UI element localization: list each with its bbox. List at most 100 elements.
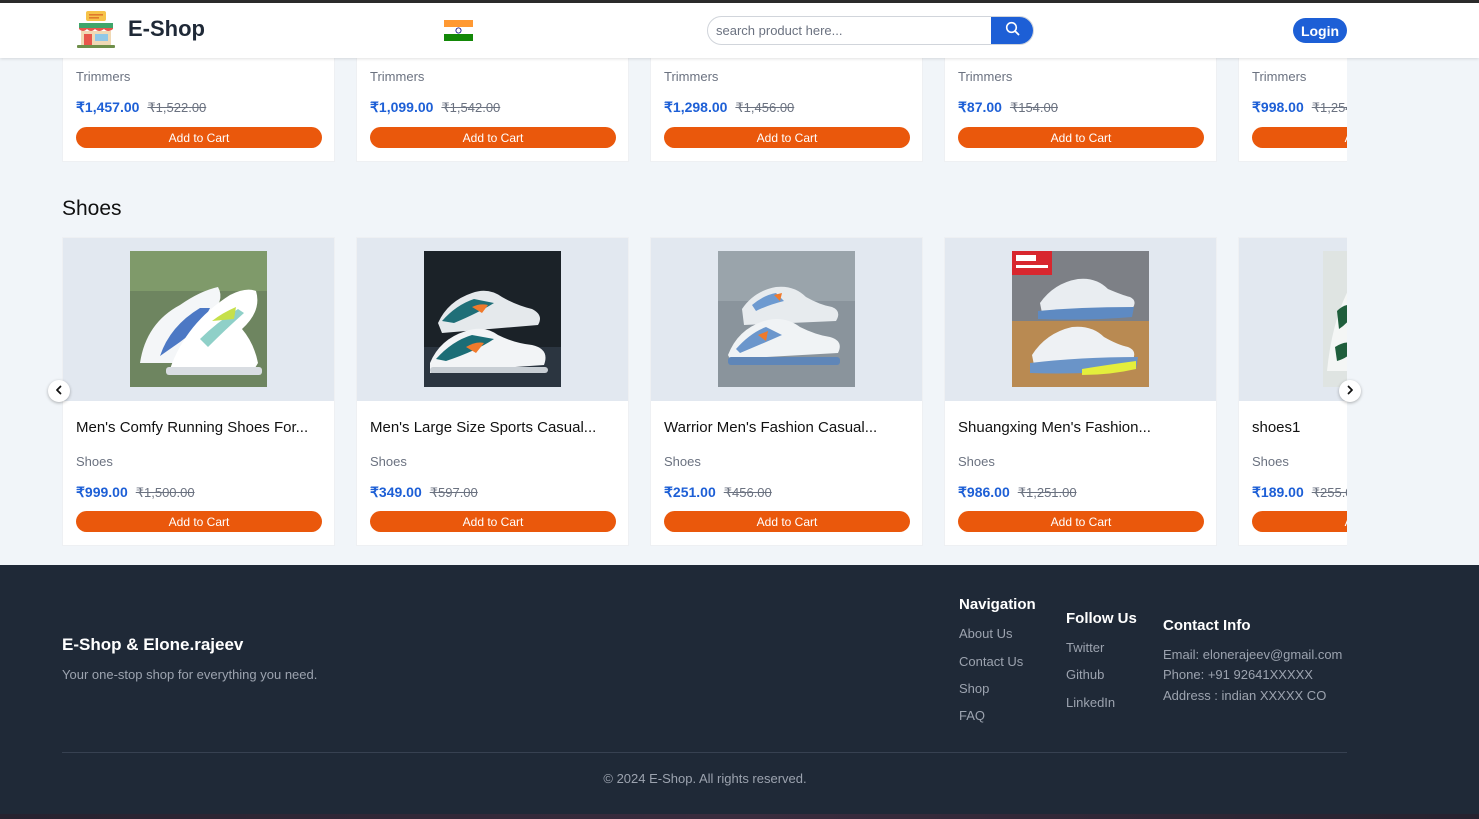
footer-link-about[interactable]: About Us xyxy=(959,626,1012,641)
footer-brand-tagline: Your one-stop shop for everything you ne… xyxy=(62,667,318,682)
search-input[interactable] xyxy=(708,17,993,44)
carousel-next-button[interactable] xyxy=(1339,380,1361,402)
product-card[interactable]: Trimmers ₹1,298.00 ₹1,456.00 Add to Cart xyxy=(650,58,923,162)
footer-navigation-title: Navigation xyxy=(959,596,1036,613)
footer-link-faq[interactable]: FAQ xyxy=(959,708,985,723)
product-old-price: ₹597.00 xyxy=(429,485,478,500)
product-card[interactable]: Trimmers ₹1,457.00 ₹1,522.00 Add to Cart xyxy=(62,58,335,162)
footer-link-github[interactable]: Github xyxy=(1066,667,1104,682)
price-row: ₹998.00 ₹1,254.00 xyxy=(1252,99,1347,116)
product-image-area xyxy=(945,238,1216,401)
carousel-prev-button[interactable] xyxy=(48,380,70,402)
price-row: ₹189.00 ₹255.00 xyxy=(1252,484,1347,501)
price-row: ₹1,457.00 ₹1,522.00 xyxy=(76,99,206,116)
product-price: ₹1,298.00 xyxy=(664,99,728,115)
product-old-price: ₹1,522.00 xyxy=(147,100,207,115)
price-row: ₹349.00 ₹597.00 xyxy=(370,484,478,501)
footer-brand-title: E-Shop & Elone.rajeev xyxy=(62,635,244,654)
product-old-price: ₹1,254.00 xyxy=(1311,100,1347,115)
product-price: ₹251.00 xyxy=(664,484,716,500)
footer-link-linkedin[interactable]: LinkedIn xyxy=(1066,695,1115,710)
footer-link-twitter[interactable]: Twitter xyxy=(1066,640,1104,655)
product-card[interactable]: Trimmers ₹1,099.00 ₹1,542.00 Add to Cart xyxy=(356,58,629,162)
footer-contact-title: Contact Info xyxy=(1163,617,1251,634)
trimmer-carousel: Trimmers ₹1,457.00 ₹1,522.00 Add to Cart … xyxy=(62,58,1347,163)
shoe-image[interactable] xyxy=(130,251,267,387)
product-card[interactable]: Warrior Men's Fashion Casual... Shoes ₹2… xyxy=(650,237,923,546)
bottom-border xyxy=(0,814,1479,819)
product-name[interactable]: shoes1 xyxy=(1252,419,1300,436)
product-image-area xyxy=(1239,238,1347,401)
product-name[interactable]: Warrior Men's Fashion Casual... xyxy=(664,419,877,436)
product-card[interactable]: Trimmers ₹87.00 ₹154.00 Add to Cart xyxy=(944,58,1217,162)
product-price: ₹999.00 xyxy=(76,484,128,500)
product-price: ₹998.00 xyxy=(1252,99,1304,115)
add-to-cart-button[interactable]: Add to Cart xyxy=(76,511,322,532)
product-price: ₹87.00 xyxy=(958,99,1002,115)
footer-copyright: © 2024 E-Shop. All rights reserved. xyxy=(603,771,807,786)
add-to-cart-button[interactable]: Add to Cart xyxy=(664,511,910,532)
price-row: ₹999.00 ₹1,500.00 xyxy=(76,484,195,501)
product-image-area xyxy=(651,238,922,401)
footer-phone: Phone: +91 92641XXXXX xyxy=(1163,667,1313,682)
search-button[interactable] xyxy=(991,17,1033,44)
logo[interactable]: E-Shop xyxy=(74,9,205,49)
footer-follow-title: Follow Us xyxy=(1066,610,1137,627)
add-to-cart-button[interactable]: Add to Cart xyxy=(958,511,1204,532)
product-category: Trimmers xyxy=(664,69,719,84)
product-old-price: ₹1,500.00 xyxy=(135,485,195,500)
product-card[interactable]: shoes1 Shoes ₹189.00 ₹255.00 Add to Cart xyxy=(1238,237,1347,546)
product-old-price: ₹255.00 xyxy=(1311,485,1347,500)
shoe-image[interactable] xyxy=(718,251,855,387)
shoes-carousel: Men's Comfy Running Shoes For... Shoes ₹… xyxy=(62,237,1347,546)
price-row: ₹986.00 ₹1,251.00 xyxy=(958,484,1077,501)
product-name[interactable]: Men's Large Size Sports Casual... xyxy=(370,419,596,436)
shop-logo-icon xyxy=(74,9,118,49)
product-card[interactable]: Trimmers ₹998.00 ₹1,254.00 Add to Cart xyxy=(1238,58,1347,162)
shoe-image[interactable] xyxy=(1323,251,1347,387)
india-flag-icon[interactable] xyxy=(444,20,473,41)
footer-address: Address : indian XXXXX CO xyxy=(1163,688,1327,703)
product-category: Shoes xyxy=(1252,454,1289,469)
add-to-cart-button[interactable]: Add to Cart xyxy=(1252,511,1347,532)
product-card[interactable]: Shuangxing Men's Fashion... Shoes ₹986.0… xyxy=(944,237,1217,546)
add-to-cart-button[interactable]: Add to Cart xyxy=(958,127,1204,148)
product-category: Shoes xyxy=(664,454,701,469)
footer-email: Email: elonerajeev@gmail.com xyxy=(1163,647,1343,662)
footer-link-shop[interactable]: Shop xyxy=(959,681,989,696)
product-category: Shoes xyxy=(370,454,407,469)
product-price: ₹349.00 xyxy=(370,484,422,500)
login-button[interactable]: Login xyxy=(1293,18,1347,43)
shoe-image[interactable] xyxy=(424,251,561,387)
section-title-shoes: Shoes xyxy=(62,197,122,220)
product-price: ₹1,457.00 xyxy=(76,99,140,115)
chevron-left-icon xyxy=(54,382,64,400)
product-category: Trimmers xyxy=(76,69,131,84)
product-price: ₹189.00 xyxy=(1252,484,1304,500)
product-name[interactable]: Shuangxing Men's Fashion... xyxy=(958,419,1151,436)
product-image-area xyxy=(357,238,628,401)
search-icon xyxy=(1005,21,1020,41)
add-to-cart-button[interactable]: Add to Cart xyxy=(1252,127,1347,148)
product-old-price: ₹1,251.00 xyxy=(1017,485,1077,500)
product-old-price: ₹154.00 xyxy=(1009,100,1058,115)
product-card[interactable]: Men's Comfy Running Shoes For... Shoes ₹… xyxy=(62,237,335,546)
product-price: ₹1,099.00 xyxy=(370,99,434,115)
product-old-price: ₹456.00 xyxy=(723,485,772,500)
shoe-image[interactable] xyxy=(1012,251,1149,387)
price-row: ₹1,298.00 ₹1,456.00 xyxy=(664,99,794,116)
add-to-cart-button[interactable]: Add to Cart xyxy=(370,127,616,148)
product-card[interactable]: Men's Large Size Sports Casual... Shoes … xyxy=(356,237,629,546)
product-category: Trimmers xyxy=(1252,69,1307,84)
add-to-cart-button[interactable]: Add to Cart xyxy=(76,127,322,148)
product-category: Trimmers xyxy=(370,69,425,84)
price-row: ₹251.00 ₹456.00 xyxy=(664,484,772,501)
product-category: Trimmers xyxy=(958,69,1013,84)
price-row: ₹1,099.00 ₹1,542.00 xyxy=(370,99,500,116)
add-to-cart-button[interactable]: Add to Cart xyxy=(664,127,910,148)
header: E-Shop Login xyxy=(0,3,1479,58)
footer-link-contact[interactable]: Contact Us xyxy=(959,654,1023,669)
product-price: ₹986.00 xyxy=(958,484,1010,500)
add-to-cart-button[interactable]: Add to Cart xyxy=(370,511,616,532)
product-name[interactable]: Men's Comfy Running Shoes For... xyxy=(76,419,308,436)
